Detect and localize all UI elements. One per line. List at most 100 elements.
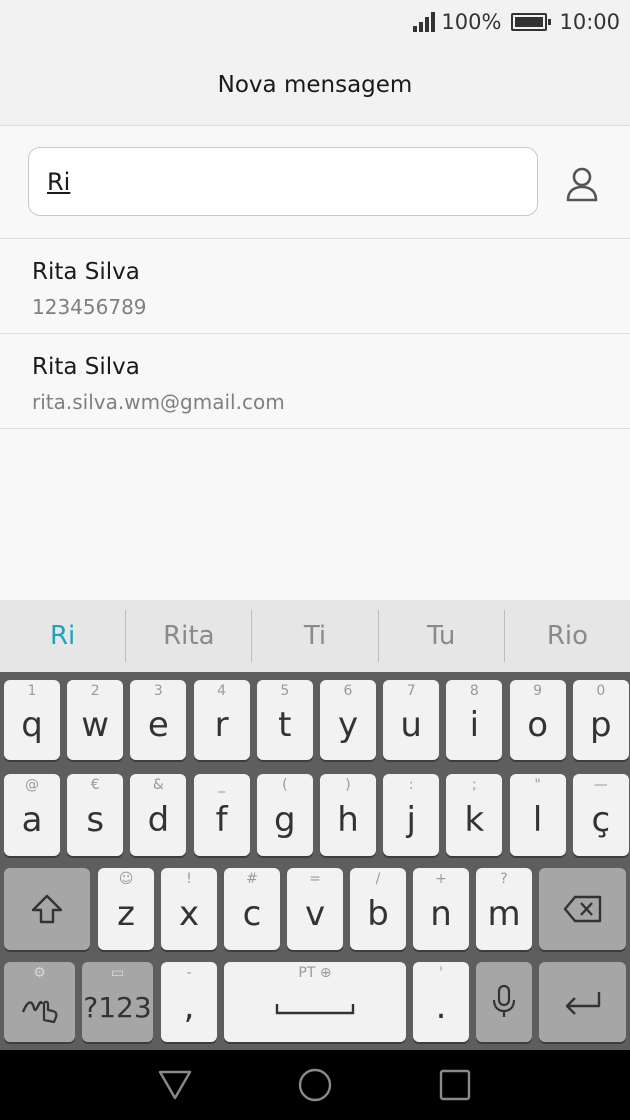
key-label: v	[304, 894, 326, 934]
key-hint: )	[345, 777, 351, 793]
letter-key[interactable]: ; k	[446, 774, 503, 856]
key-label: a	[21, 800, 43, 840]
period-key[interactable]: ' .	[413, 962, 469, 1042]
clipboard-icon: ▭	[110, 965, 125, 981]
keyboard: Ri Rita Ti Tu Rio 1q2w3e4r5t6y7u8i9o0p @…	[0, 600, 630, 1050]
contact-number: 123456789	[32, 295, 147, 319]
contact-name: Rita Silva	[32, 259, 140, 285]
key-label: n	[430, 894, 452, 934]
period-key-hint: '	[439, 965, 443, 981]
letter-key[interactable]: 2w	[67, 680, 124, 760]
letter-key[interactable]: 1q	[4, 680, 60, 760]
handwriting-key[interactable]: ⚙	[4, 962, 75, 1042]
key-label: p	[590, 705, 612, 745]
contact-person-icon[interactable]	[560, 162, 604, 206]
symbols-key[interactable]: ▭ ?123	[82, 962, 153, 1042]
key-hint: 7	[406, 683, 416, 699]
letter-key[interactable]: 6y	[320, 680, 376, 760]
comma-key[interactable]: - ,	[161, 962, 217, 1042]
key-label: q	[21, 705, 43, 745]
letter-key[interactable]: @ a	[4, 774, 60, 856]
language-label: PT ⊕	[298, 965, 332, 981]
key-label: b	[367, 894, 389, 934]
key-label: ç	[591, 800, 611, 840]
status-indicators: 100% 10:00	[413, 8, 620, 36]
key-label: o	[527, 705, 548, 745]
key-hint: _	[218, 777, 226, 793]
key-label: s	[86, 800, 105, 840]
battery-icon	[511, 13, 552, 31]
prediction-word[interactable]: Rita	[125, 610, 251, 662]
letter-key[interactable]: :j	[383, 774, 440, 856]
letter-key[interactable]: (g	[256, 774, 313, 856]
key-label: u	[400, 705, 422, 745]
key-label: m	[487, 894, 521, 934]
space-key[interactable]: PT ⊕	[224, 962, 406, 1042]
letter-key[interactable]: 9o	[509, 680, 566, 760]
key-hint: —	[593, 777, 608, 793]
prediction-word[interactable]: Rio	[503, 610, 630, 662]
key-label: t	[278, 705, 292, 745]
recipient-input[interactable]: Ri	[28, 147, 538, 216]
key-hint: !	[186, 871, 192, 887]
letter-key[interactable]: = v	[287, 868, 343, 950]
shift-key[interactable]	[4, 868, 90, 950]
letter-key[interactable]: 7u	[383, 680, 440, 760]
key-label: k	[464, 800, 485, 840]
key-hint: 8	[469, 683, 479, 699]
enter-key[interactable]	[539, 962, 626, 1042]
key-label: w	[81, 705, 110, 745]
letter-key[interactable]: 3e	[130, 680, 187, 760]
recipient-input-value: Ri	[47, 167, 71, 196]
contact-suggestion[interactable]: Rita Silva rita.silva.wm@gmail.com	[0, 334, 630, 429]
key-hint: ☺	[118, 871, 134, 887]
key-label: e	[147, 705, 169, 745]
letter-key[interactable]: 0p	[572, 680, 629, 760]
key-hint: ?	[500, 871, 508, 887]
letter-key[interactable]: 4r	[193, 680, 250, 760]
battery-percentage: 100%	[441, 10, 502, 34]
prediction-word[interactable]: Ti	[251, 610, 377, 662]
letter-key[interactable]: " l	[509, 774, 566, 856]
period-key-label: .	[435, 987, 447, 1027]
prediction-word[interactable]: Tu	[377, 610, 504, 662]
letter-key[interactable]: _ f	[193, 774, 250, 856]
key-hint: 1	[27, 683, 37, 699]
key-hint: ;	[472, 777, 477, 793]
letter-key[interactable]: ! x	[161, 868, 217, 950]
key-label: y	[337, 705, 359, 745]
letter-key[interactable]: 5t	[256, 680, 313, 760]
key-label: g	[274, 800, 296, 840]
prediction-word[interactable]: Ri	[0, 610, 125, 662]
app-header: Nova mensagem	[0, 44, 630, 126]
key-label: f	[215, 800, 228, 840]
letter-key[interactable]: # c	[224, 868, 280, 950]
prediction-bar: Ri Rita Ti Tu Rio	[0, 600, 630, 672]
backspace-key[interactable]	[539, 868, 626, 950]
handwriting-gesture-icon	[21, 1000, 57, 1024]
microphone-icon	[492, 984, 516, 1017]
key-hint: 2	[90, 683, 100, 699]
letter-key[interactable]: / b	[350, 868, 406, 950]
letter-key[interactable]: 8i	[446, 680, 503, 760]
navigation-bar	[0, 1050, 630, 1120]
comma-key-label: ,	[183, 987, 195, 1027]
voice-input-key[interactable]	[476, 962, 532, 1042]
letter-key[interactable]: + n	[413, 868, 469, 950]
back-triangle-icon[interactable]	[157, 1068, 193, 1102]
letter-key[interactable]: € s	[67, 774, 124, 856]
key-label: j	[406, 800, 416, 840]
key-hint: 5	[280, 683, 290, 699]
letter-key[interactable]: ☺ z	[98, 868, 154, 950]
contact-suggestion[interactable]: Rita Silva 123456789	[0, 239, 630, 334]
status-bar: 100% 10:00	[0, 0, 630, 44]
letter-key[interactable]: — ç	[572, 774, 629, 856]
signal-icon	[413, 12, 436, 32]
letter-key[interactable]: & d	[130, 774, 187, 856]
recents-square-icon[interactable]	[438, 1068, 472, 1102]
key-hint: "	[534, 777, 541, 793]
key-hint: 3	[153, 683, 163, 699]
home-circle-icon[interactable]	[297, 1067, 333, 1103]
letter-key[interactable]: ? m	[476, 868, 532, 950]
letter-key[interactable]: ) h	[320, 774, 376, 856]
